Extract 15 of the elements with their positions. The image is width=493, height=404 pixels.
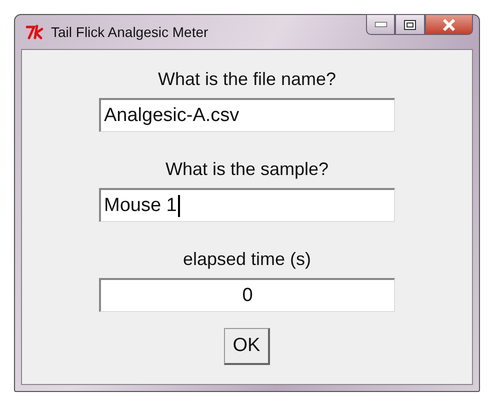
close-button[interactable] [425,14,473,35]
field-label: elapsed time (s) [182,248,312,271]
window-title: Tail Flick Analgesic Meter [51,24,208,40]
readout-field: 0 [99,278,395,312]
close-icon [442,18,456,30]
maximize-icon [404,20,416,30]
text-field[interactable]: Analgesic-A.csv [99,98,395,132]
field-label: What is the file name? [158,68,336,91]
minimize-button[interactable] [366,14,395,35]
field-label: What is the sample? [165,158,329,181]
text-field[interactable]: Mouse 1 [99,188,395,222]
ok-button[interactable]: OK [224,328,270,365]
maximize-button[interactable] [395,14,425,35]
minimize-icon [374,22,386,27]
logo-icon [25,24,45,40]
